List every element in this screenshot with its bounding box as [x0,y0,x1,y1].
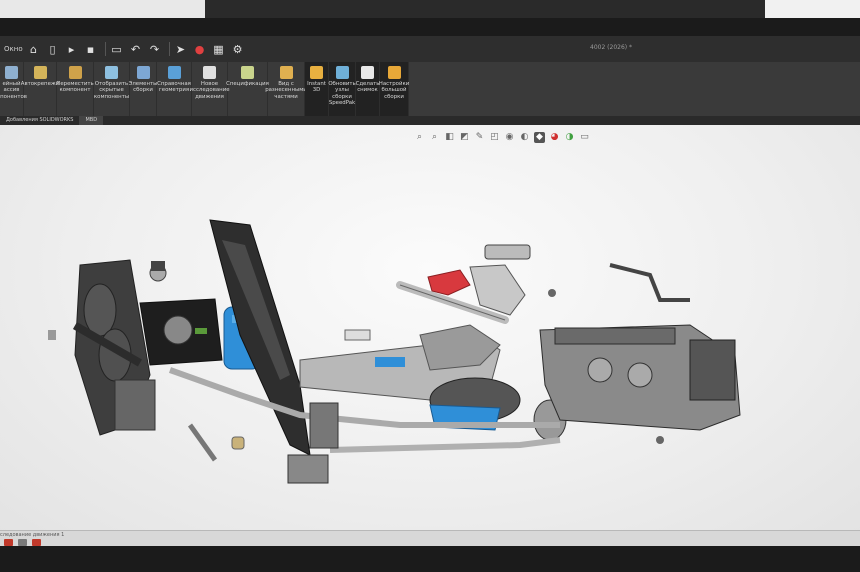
linear-pattern-icon [5,66,18,79]
tab-solidworks-addins[interactable]: Добавления SOLIDWORKS [0,116,79,125]
move-component-icon [68,66,82,79]
snapshot-icon [361,66,374,79]
document-title: 4002 (2026) * [590,44,633,51]
ribbon-motion-study[interactable]: Новое исследование движения [189,62,230,116]
motion-study-tabbar: следование движения 1 [0,530,860,546]
exploded-assembly-model[interactable] [0,125,860,530]
tab-mbd[interactable]: MBD [79,116,104,125]
ribbon-move-component[interactable]: Переместить компонент [56,62,94,116]
new-file-icon[interactable]: ▯ [45,42,60,57]
traffic-light-icon[interactable]: ● [192,42,207,57]
ribbon-linear-pattern[interactable]: ейный ассив мпонентов [0,62,27,116]
battery-box[interactable] [139,261,223,366]
undo-icon[interactable]: ↶ [128,42,143,57]
command-manager-ribbon: ейный ассив мпонентов Автокрепежи Переме… [0,62,860,116]
print-icon[interactable]: ▭ [109,42,124,57]
title-bar: Окно ⌂ ▯ ▸ ▪ ▭ ↶ ↷ ➤ ● ▦ ⚙ 4002 (2026) * [0,36,860,62]
engine-block[interactable] [539,263,741,431]
exploded-view-icon [279,66,293,79]
settings-gear-icon[interactable]: ⚙ [230,42,245,57]
select-cursor-icon[interactable]: ➤ [173,42,188,57]
window-menu[interactable]: Окно [4,45,26,53]
toolbar-separator [169,42,170,56]
command-tabs: Добавления SOLIDWORKS MBD [0,116,860,125]
mates-icon [33,66,47,79]
front-radiator-assembly[interactable] [72,259,156,436]
ribbon-instant3d[interactable]: Instant 3D [305,62,329,116]
toolbar-separator [105,42,106,56]
ribbon-snapshot[interactable]: Сделать снимок [356,62,380,116]
speedpak-icon [335,66,349,79]
ribbon-assembly-features[interactable]: Элементы сборки [129,62,157,116]
quick-access-toolbar: ⌂ ▯ ▸ ▪ ▭ ↶ ↷ ➤ ● ▦ ⚙ [26,39,249,59]
bom-icon [241,66,254,79]
reference-geometry-icon [167,66,181,79]
file-properties-icon[interactable]: ▦ [211,42,226,57]
instant3d-icon [310,66,323,79]
taskbar-app-icon[interactable] [4,539,13,546]
taskbar-app-icon[interactable] [32,539,41,546]
monitor-screen: Окно ⌂ ▯ ▸ ▪ ▭ ↶ ↷ ➤ ● ▦ ⚙ 4002 (2026) *… [0,36,860,546]
ribbon-speedpak[interactable]: Обновить узлы сборки SpeedPak [328,62,356,116]
ribbon-reference-geometry[interactable]: Справочная геометрия [157,62,192,116]
ribbon-bom[interactable]: Спецификация [226,62,269,116]
save-icon[interactable]: ▪ [83,42,98,57]
redo-icon[interactable]: ↷ [147,42,162,57]
assembly-features-icon [136,66,150,79]
motion-study-icon [203,66,216,79]
open-icon[interactable]: ▸ [64,42,79,57]
large-assembly-icon [387,66,401,79]
ribbon-large-assembly[interactable]: Настройки большой сборки [379,62,409,116]
ribbon-show-hidden[interactable]: Отобразить скрытые компоненты [94,62,130,116]
show-hidden-icon [105,66,118,79]
taskbar-app-icon[interactable] [18,539,27,546]
ribbon-exploded-view[interactable]: Вид с разнесенными частями [265,62,307,116]
ribbon-mates[interactable]: Автокрепежи [21,62,59,116]
motion-study-tab[interactable]: следование движения 1 [0,532,64,538]
home-icon[interactable]: ⌂ [26,42,41,57]
